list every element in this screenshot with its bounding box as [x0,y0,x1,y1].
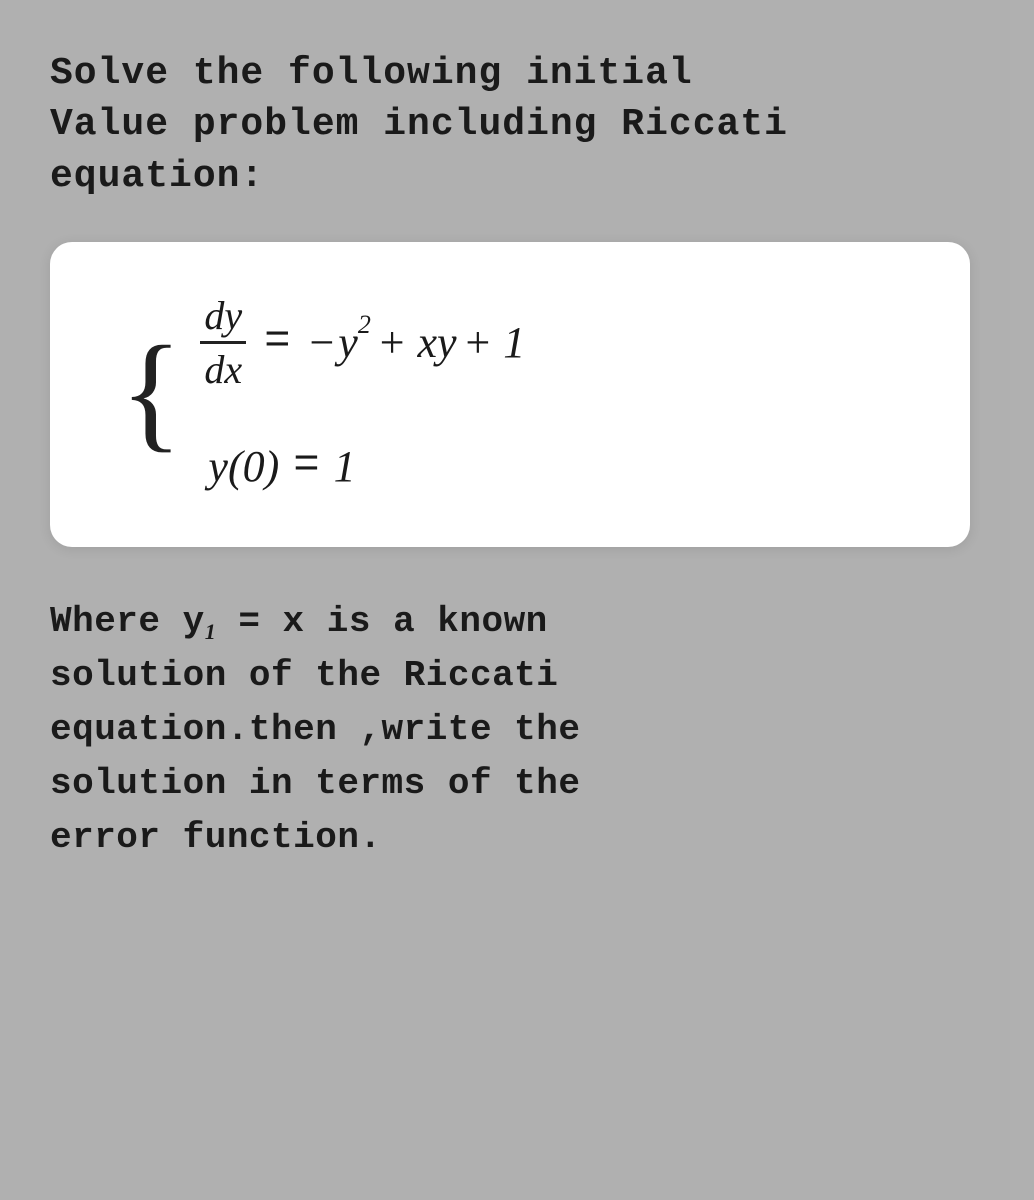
y-squared: y2 [338,317,371,368]
y-zero-expr: y(0) [208,441,279,492]
equations: dy dx = −y2+ xy+ 1 y(0) = 1 [200,292,525,492]
desc-line5: error function. [50,811,580,865]
initial-condition: y(0) = 1 [200,441,525,492]
plus-xy: + xy [377,317,457,368]
desc-line3: equation.then ,write the [50,703,580,757]
desc-line2: solution of the Riccati [50,649,580,703]
one-value: 1 [334,441,356,492]
denominator-dx: dx [200,344,246,393]
equals-sign: = [264,317,290,367]
equation-box: { dy dx = −y2+ xy+ 1 y(0) = 1 [50,242,970,547]
rhs-expression: −y2+ xy+ 1 [307,317,526,368]
plus-one: + 1 [463,317,526,368]
desc-line1: Where y1 = x is a known [50,595,580,649]
left-brace: { [120,327,172,457]
desc-line4: solution in terms of the [50,757,580,811]
numerator-dy: dy [200,292,246,344]
description-text: Where y1 = x is a known solution of the … [50,595,580,865]
main-title: Solve the following initial Value proble… [50,48,788,202]
title-line2: Value problem including Riccati [50,99,788,150]
title-line3: equation: [50,151,788,202]
equation-system: { dy dx = −y2+ xy+ 1 y(0) = 1 [120,292,910,492]
differential-equation: dy dx = −y2+ xy+ 1 [200,292,525,393]
title-line1: Solve the following initial [50,48,788,99]
negative-sign: − [307,317,337,368]
fraction-dy-dx: dy dx [200,292,246,393]
equals-sign2: = [293,441,319,491]
